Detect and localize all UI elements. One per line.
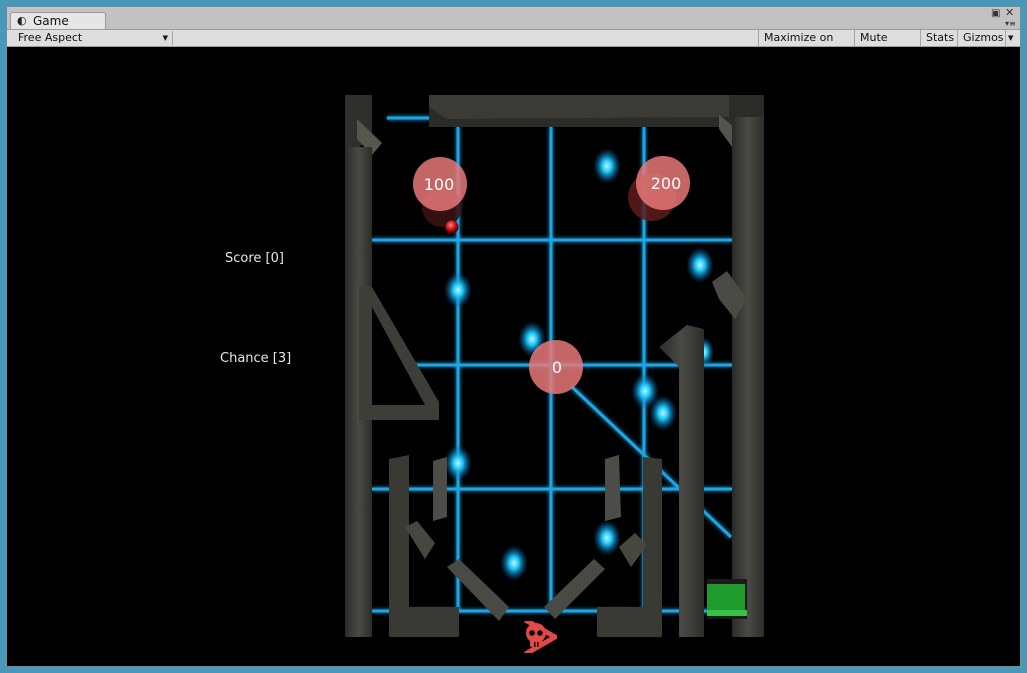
glow-orb [500,545,528,581]
wall-right [732,117,764,637]
game-viewport[interactable]: Score [0] Chance [3] 100 200 0 [7,47,1020,666]
bumper-200-label: 200 [651,174,682,193]
wall-top-face [429,95,729,119]
glow-orb [686,247,714,283]
close-window-icon[interactable]: ✕ [1005,7,1014,18]
tab-title: Game [33,14,69,28]
bumper-100-label: 100 [424,175,455,194]
maximize-on-play-button[interactable]: Maximize on Play [758,30,854,60]
aspect-dropdown[interactable]: Free Aspect ▼ [11,31,173,45]
plunger-lane-wall [659,325,704,637]
bumper-0-label: 0 [552,358,562,377]
game-window: ◐ Game ▣ ✕ ▾≡ Free Aspect ▼ Maximize on … [6,6,1021,667]
gizmos-dropdown-arrow-icon[interactable]: ▼ [1005,30,1017,46]
panel-menu-icon[interactable]: ▾≡ [1005,19,1016,29]
game-toolbar: Free Aspect ▼ Maximize on Play Mute audi… [7,29,1020,60]
aspect-label: Free Aspect [18,31,83,44]
inlane-right-post [605,455,621,521]
glow-orb [593,148,621,184]
tab-game[interactable]: ◐ Game [10,12,106,29]
chevron-down-icon: ▼ [162,34,168,42]
skull-crossbones-icon [523,621,557,653]
tab-bar: ◐ Game ▣ ✕ ▾≡ [7,7,1020,29]
glow-orb [444,445,472,481]
plunger-goal [707,584,745,610]
stats-button[interactable]: Stats [920,30,957,46]
glow-orb [649,395,677,431]
pinball-ball [445,220,459,234]
gizmos-button[interactable]: Gizmos [957,30,1005,46]
inlane-left-post [433,457,447,521]
pinball-table: 100 200 0 [345,95,764,637]
plunger-goal-edge [707,610,747,616]
mute-audio-button[interactable]: Mute audio [854,30,920,60]
glow-orb [593,520,621,556]
inlane-left-guide [405,521,435,559]
maximize-window-icon[interactable]: ▣ [991,9,1000,19]
glow-orb [444,272,472,308]
unity-game-icon: ◐ [17,14,27,27]
